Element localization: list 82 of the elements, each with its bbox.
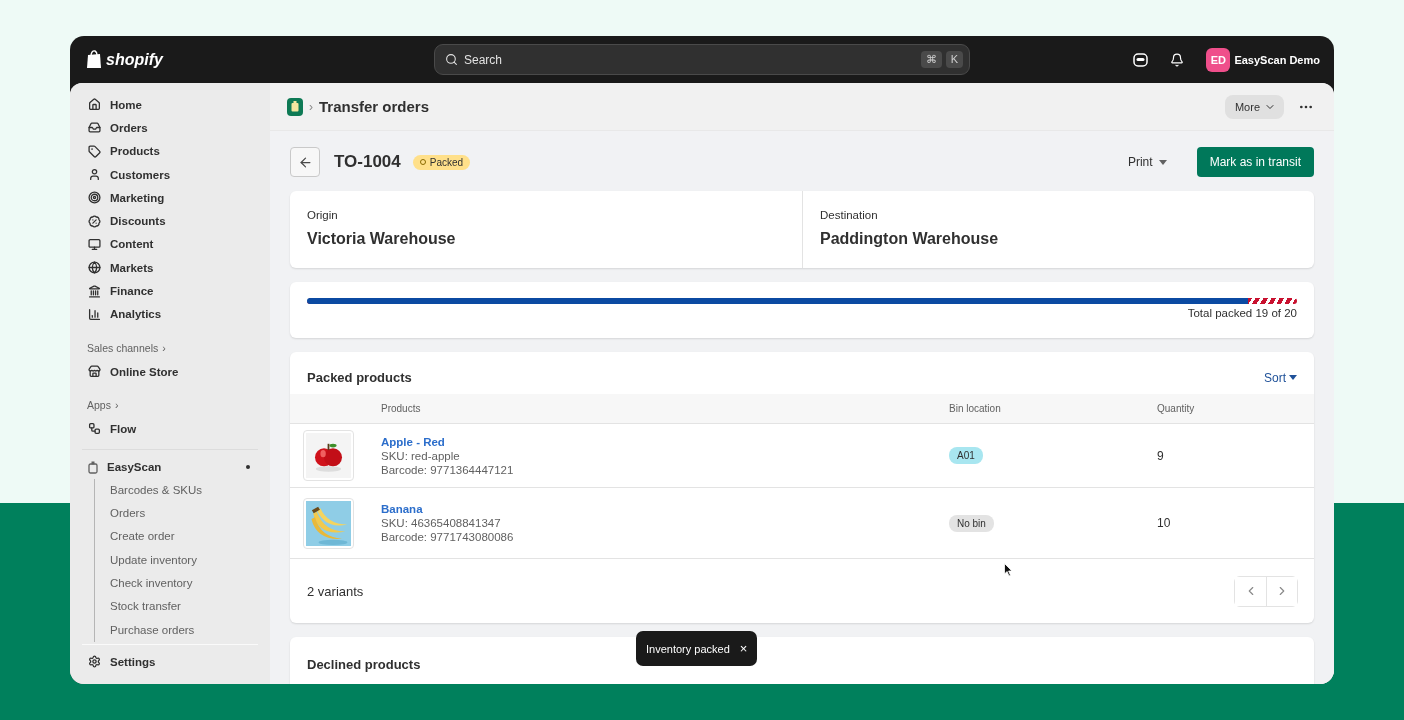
mouse-pointer-icon [1004,563,1013,577]
back-button[interactable] [290,147,320,177]
settings-item[interactable]: Settings [82,649,258,674]
monitor-icon [88,237,101,251]
card-title: Declined products [307,657,421,672]
user-name[interactable]: EasyScan Demo [1234,53,1320,66]
app-icon[interactable] [287,97,303,116]
tag-icon [88,144,101,158]
caret-icon [1289,375,1297,380]
quantity-text: 10 [1157,516,1172,530]
product-link[interactable]: Banana [381,503,949,515]
globe-icon [88,261,101,275]
search-field[interactable]: Search ⌘ K [434,44,970,75]
column-header: Bin location [949,403,1002,414]
clipboard-icon [88,460,98,474]
sidebar-item[interactable]: Orders [82,116,258,140]
sidebar-item[interactable]: Analytics [82,302,258,326]
status-badge: Packed [412,154,471,170]
caret-icon [1158,159,1167,165]
sidebar-item[interactable]: Products [82,139,258,163]
barcode-text: Barcode: 9771364447121 [381,463,515,476]
workflow-icon [88,422,101,436]
person-icon [88,168,101,182]
column-header: Products [381,403,422,414]
shortcut-key: ⌘ [920,51,942,68]
sidebar-item[interactable]: Discounts [82,209,258,233]
barcode-text: Barcode: 9771743080086 [381,531,515,543]
field-label: Origin [307,209,339,221]
sidebar-subitem[interactable]: Create order [110,525,258,549]
print-button[interactable]: Print [1121,154,1173,170]
settings-icon [88,655,101,669]
sidebar-item[interactable]: EasyScan [82,455,258,479]
sidebar-item[interactable]: Customers [82,162,258,187]
sidebar-item[interactable]: Flow [82,417,258,441]
target-icon [88,191,101,205]
section-heading[interactable]: Apps › [87,397,258,414]
toast-message: Inventory packed [646,642,730,655]
quantity-text: 9 [1157,448,1165,463]
progress-text: Total packed 19 of 20 [1187,307,1297,319]
bin-badge: A01 [949,447,983,464]
sidebar-item[interactable]: Markets [82,256,258,280]
sidebar-item[interactable]: Online Store [82,359,258,384]
shopping-bag-icon [86,50,102,69]
search-icon [445,53,458,66]
section-heading[interactable]: Sales channels › [87,339,258,356]
sidebar-item[interactable]: Home [82,93,258,117]
sidebar-subitem[interactable]: Purchase orders [110,618,258,642]
sku-text: SKU: red-apple [381,449,461,462]
bank-icon [88,284,101,298]
field-label: Destination [820,209,879,221]
sidebar-subitem[interactable]: Stock transfer [110,595,258,619]
card-title: Packed products [307,370,412,385]
order-title: TO-1004 [334,152,401,172]
column-header: Quantity [1157,403,1196,414]
notification-bell-icon[interactable] [1170,52,1185,67]
mark-in-transit-button[interactable]: Mark as in transit [1196,147,1314,177]
sku-text: SKU: 46365408841347 [381,517,502,529]
bin-badge: No bin [949,514,994,532]
variant-count: 2 variants [307,583,364,599]
logo-text[interactable]: shopify [106,50,163,69]
sidebar-subitem[interactable]: Barcodes & SKUs [110,478,258,503]
clipboard-icon [291,101,299,112]
breadcrumb-separator: › [309,99,313,114]
bar-chart-icon [88,307,101,321]
percent-badge-icon [88,214,101,228]
shortcut-key: K [945,51,963,68]
sort-button[interactable]: Sort [1264,370,1297,385]
sidebar-item[interactable]: Content [82,232,258,257]
store-icon [88,365,101,379]
sidebar-item[interactable]: Marketing [82,186,258,210]
product-link[interactable]: Apple - Red [381,435,949,448]
close-button[interactable]: × [739,641,748,656]
inbox-icon [88,121,101,135]
home-icon [88,98,101,112]
more-button[interactable]: More [1224,94,1284,119]
sidebar-subitem[interactable]: Check inventory [110,572,258,596]
sidebar-subitem[interactable]: Orders [110,502,258,526]
sidebar-subitem[interactable]: Update inventory [110,548,258,573]
location-name: Victoria Warehouse [307,230,457,248]
location-name: Paddington Warehouse [820,230,1000,248]
page-title: Transfer orders [319,98,430,115]
sidebar-item[interactable]: Finance [82,279,258,303]
